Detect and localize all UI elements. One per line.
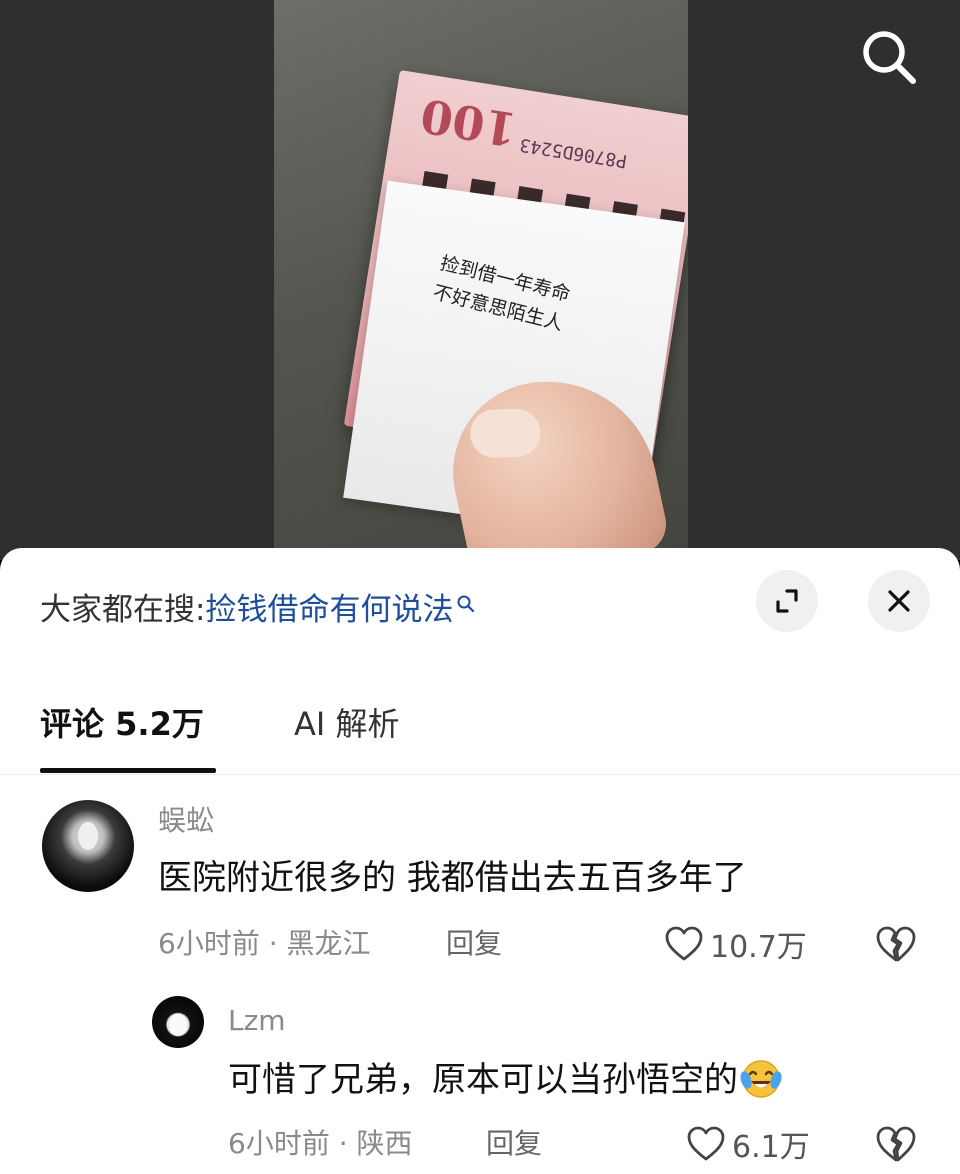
heart-icon xyxy=(687,1126,725,1161)
active-tab-indicator xyxy=(40,768,216,773)
thumb-nail xyxy=(469,408,542,459)
reply-button[interactable]: 回复 xyxy=(446,926,502,962)
close-button[interactable] xyxy=(868,570,930,632)
broken-heart-icon xyxy=(876,1126,916,1162)
reply-button[interactable]: 回复 xyxy=(486,1126,542,1162)
heart-icon xyxy=(665,926,703,961)
avatar[interactable] xyxy=(152,996,204,1048)
dislike-button[interactable] xyxy=(874,924,918,964)
banknote-serial: P8706D5243 xyxy=(518,133,629,172)
comment-username[interactable]: Lzm xyxy=(228,1004,286,1038)
close-icon xyxy=(888,590,910,612)
like-button[interactable]: 6.1万 xyxy=(686,1124,810,1165)
suggested-search-prefix: 大家都在搜: xyxy=(40,592,206,628)
avatar[interactable] xyxy=(42,800,134,892)
tab-ai-analysis[interactable]: AI 解析 xyxy=(294,704,400,744)
expand-button[interactable] xyxy=(756,570,818,632)
video-frame: 100 P8706D5243 捡到借一年寿命 不好意思陌生人 xyxy=(274,0,688,560)
comment-text: 医院附近很多的 我都借出去五百多年了 xyxy=(158,858,747,898)
banknote-denomination: 100 xyxy=(417,88,521,157)
comment-tabs: 评论 5.2万 AI 解析 xyxy=(0,680,960,775)
comment-time-location: 6小时前 · 黑龙江 xyxy=(158,927,371,960)
avatar-face xyxy=(169,1014,187,1036)
search-button[interactable] xyxy=(858,26,920,88)
video-player[interactable]: 100 P8706D5243 捡到借一年寿命 不好意思陌生人 xyxy=(0,0,960,560)
dislike-button[interactable] xyxy=(874,1124,918,1164)
like-button[interactable]: 10.7万 xyxy=(664,924,807,965)
handwritten-note: 捡到借一年寿命 不好意思陌生人 xyxy=(430,248,574,338)
suggested-search-query-link[interactable]: 捡钱借命有何说法 xyxy=(205,592,453,628)
comment-text-content: 可惜了兄弟，原本可以当孙悟空的 xyxy=(228,1060,738,1100)
comment-username[interactable]: 蜈蚣 xyxy=(158,804,214,838)
tab-comments[interactable]: 评论 5.2万 xyxy=(40,704,204,744)
comment-time-location: 6小时前 · 陕西 xyxy=(228,1127,413,1160)
comments-sheet: 大家都在搜:捡钱借命有何说法 评论 5.2万 AI 解析 蜈蚣 医院附近很多的 … xyxy=(0,548,960,1174)
broken-heart-icon xyxy=(876,926,916,962)
suggested-search: 大家都在搜:捡钱借命有何说法 xyxy=(40,590,476,630)
search-icon xyxy=(457,595,475,613)
like-count: 6.1万 xyxy=(732,1130,810,1165)
avatar-face xyxy=(78,822,98,850)
like-count: 10.7万 xyxy=(710,930,807,965)
comment-text: 可惜了兄弟，原本可以当孙悟空的 xyxy=(228,1058,782,1102)
crying-laughing-emoji-icon xyxy=(740,1059,782,1098)
search-icon xyxy=(863,31,916,84)
expand-icon xyxy=(776,589,798,613)
